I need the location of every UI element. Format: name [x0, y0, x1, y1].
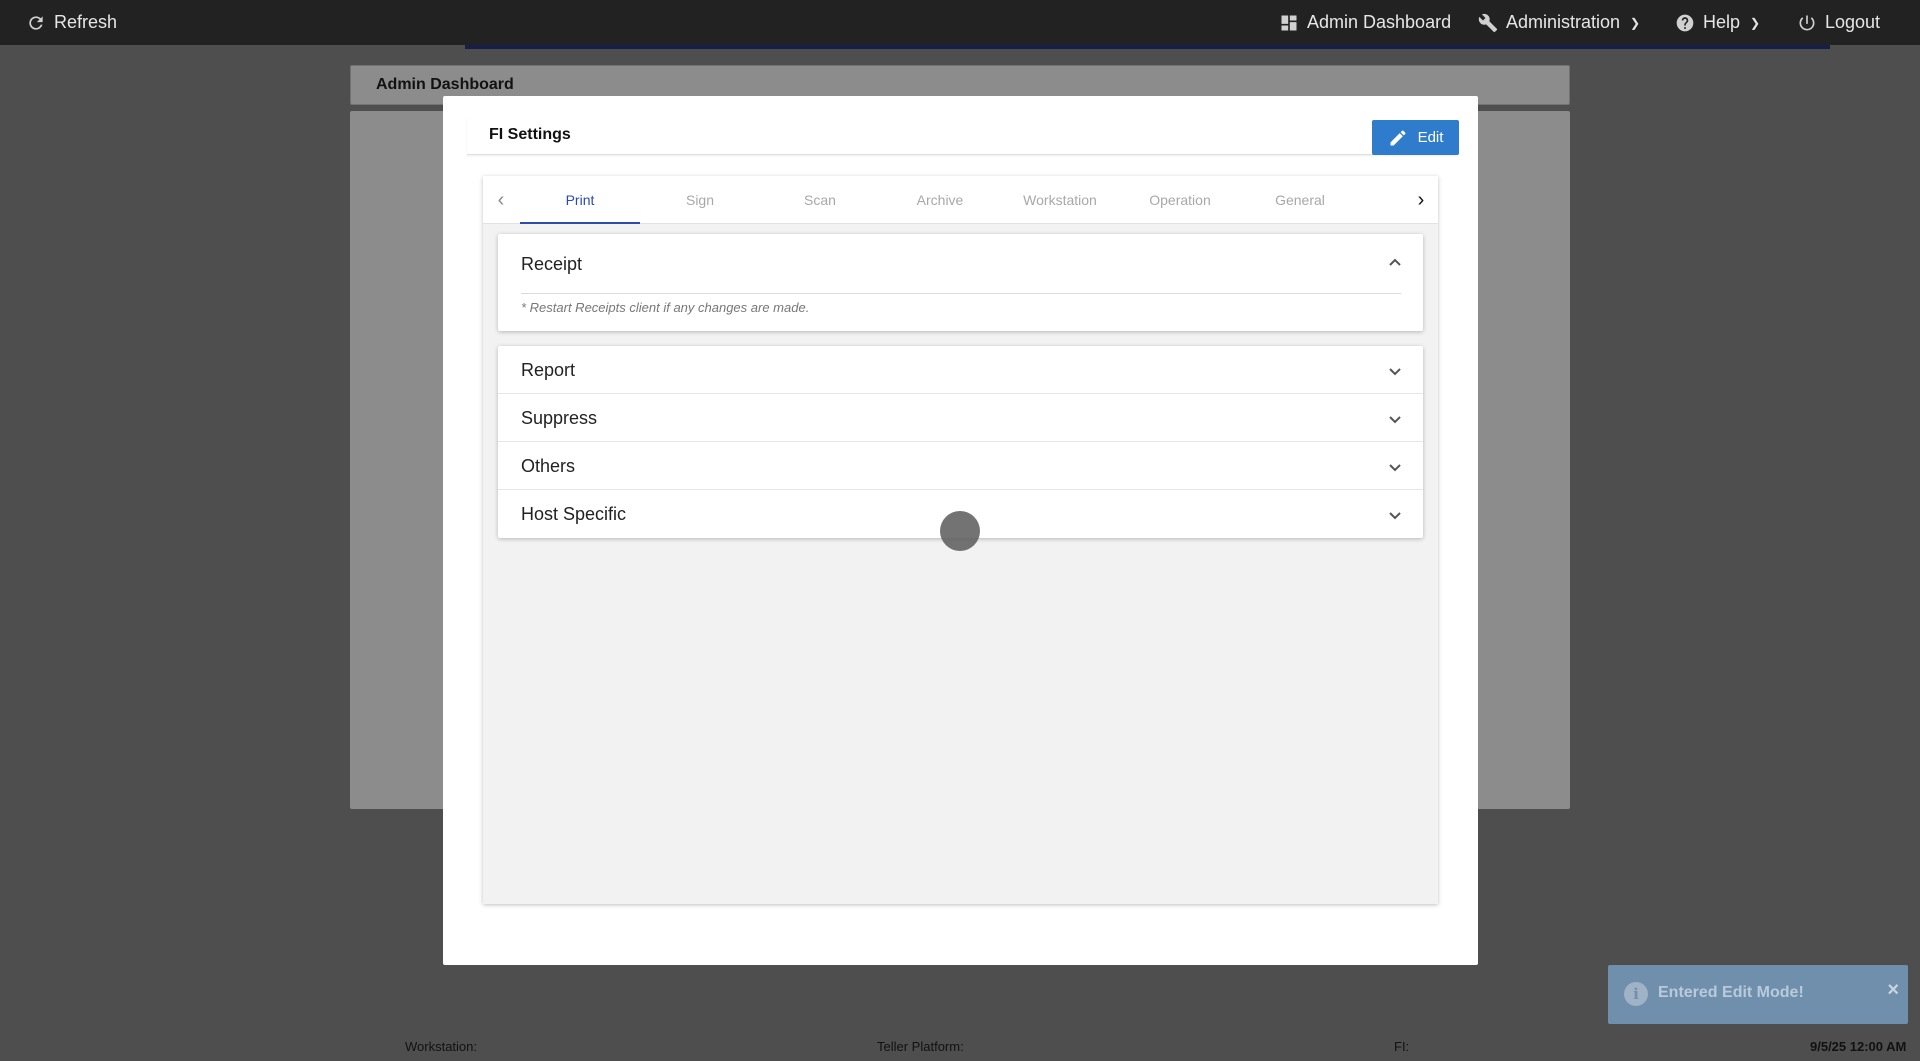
- host-specific-panel-title: Host Specific: [521, 504, 627, 524]
- logout-label: Logout: [1825, 12, 1881, 32]
- chevron-down-icon: [1389, 368, 1401, 376]
- tab-workstation[interactable]: Workstation: [1000, 176, 1120, 224]
- fi-status: FI:: [1394, 1039, 1410, 1054]
- refresh-button[interactable]: Refresh: [26, 0, 117, 45]
- chevron-up-icon[interactable]: [1387, 254, 1403, 270]
- collapsed-panels: Report Suppress Others Host Specific: [498, 346, 1423, 538]
- refresh-icon: [29, 15, 43, 30]
- status-datetime: 9/5/25 12:00 AM: [1810, 1039, 1907, 1054]
- teller-platform-status: Teller Platform:: [877, 1039, 964, 1054]
- receipt-panel-note: * Restart Receipts client if any changes…: [521, 300, 810, 315]
- toast-message: Entered Edit Mode!: [1658, 984, 1804, 1001]
- power-icon: [1799, 15, 1815, 30]
- help-icon: [1676, 14, 1694, 31]
- wrench-icon: [1478, 13, 1498, 32]
- tab-truncated[interactable]: F: [1360, 176, 1398, 224]
- touch-cursor-indicator: [940, 511, 980, 551]
- refresh-label: Refresh: [54, 12, 118, 32]
- modal-header: FI Settings: [467, 117, 1457, 155]
- tab-scan[interactable]: Scan: [760, 176, 880, 224]
- suppress-panel[interactable]: Suppress: [498, 394, 1423, 442]
- receipt-panel-divider: [521, 293, 1401, 294]
- logout-button[interactable]: Logout: [1797, 0, 1880, 45]
- tab-sign[interactable]: Sign: [640, 176, 760, 224]
- edit-mode-toast: i Entered Edit Mode! ×: [1608, 965, 1908, 1024]
- tab-general[interactable]: General: [1240, 176, 1360, 224]
- administration-menu[interactable]: Administration ❯: [1478, 0, 1640, 45]
- receipt-panel: Receipt * Restart Receipts client if any…: [498, 234, 1423, 331]
- help-label: Help: [1703, 12, 1741, 32]
- workstation-status: Workstation:: [405, 1039, 478, 1054]
- chevron-down-icon: ❯: [1630, 15, 1641, 30]
- others-panel-title: Others: [521, 456, 576, 476]
- toast-close-icon[interactable]: ×: [1887, 979, 1899, 1002]
- top-navbar: Refresh Admin Dashboard Administration ❯…: [0, 0, 1920, 49]
- edit-label: Edit: [1417, 129, 1444, 146]
- chevron-down-icon: [1389, 416, 1401, 424]
- tab-operation[interactable]: Operation: [1120, 176, 1240, 224]
- chevron-down-icon: [1389, 512, 1401, 520]
- admin-dashboard-link[interactable]: Admin Dashboard: [1279, 0, 1451, 45]
- edit-button[interactable]: Edit: [1372, 120, 1459, 155]
- report-panel[interactable]: Report: [498, 346, 1423, 394]
- settings-tabs: Print Sign Scan Archive Workstation Oper…: [520, 176, 1398, 224]
- tab-scroll-left-button[interactable]: ‹: [491, 189, 511, 211]
- tab-archive[interactable]: Archive: [880, 176, 1000, 224]
- status-bar: Workstation: Teller Platform: FI: 9/5/25…: [0, 1036, 1920, 1061]
- receipt-panel-title: Receipt: [521, 254, 583, 274]
- modal-title: FI Settings: [489, 126, 571, 143]
- chevron-down-icon: ❯: [1750, 15, 1761, 30]
- pencil-icon: [1390, 129, 1406, 145]
- others-panel[interactable]: Others: [498, 442, 1423, 490]
- info-icon: i: [1624, 982, 1648, 1006]
- dashboard-icon: [1281, 15, 1297, 30]
- tab-scroll-right-button[interactable]: ›: [1411, 189, 1431, 211]
- chevron-down-icon: [1389, 464, 1401, 472]
- admin-dashboard-label: Admin Dashboard: [1307, 12, 1452, 32]
- suppress-panel-title: Suppress: [521, 408, 598, 428]
- help-menu[interactable]: Help ❯: [1675, 0, 1760, 45]
- administration-label: Administration: [1506, 12, 1621, 32]
- settings-tabbar: ‹ Print Sign Scan Archive Workstation Op…: [483, 176, 1438, 224]
- report-panel-title: Report: [521, 360, 576, 380]
- tab-print[interactable]: Print: [520, 176, 640, 224]
